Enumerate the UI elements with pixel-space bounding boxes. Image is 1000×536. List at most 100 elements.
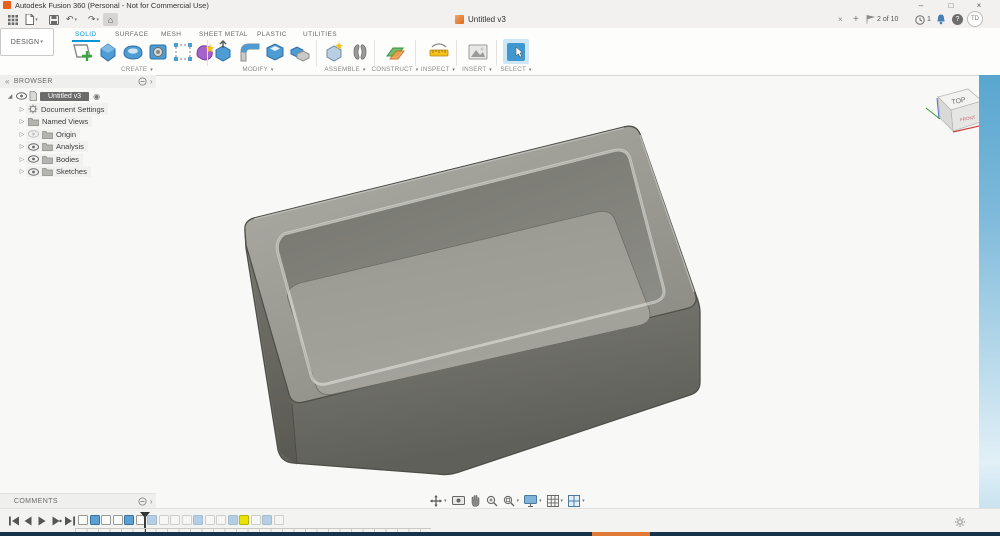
model-body-tray[interactable] [245,126,700,474]
zoom-button[interactable] [486,495,498,507]
pattern-button[interactable] [171,40,195,64]
fit-button[interactable]: ▾ [503,495,520,507]
file-menu-button[interactable]: ▾ [24,13,39,26]
visibility-eye-icon[interactable] [28,155,39,163]
timeline-feature-extrude[interactable] [193,515,203,525]
group-create[interactable]: CREATE ▾ [121,66,153,73]
timeline-play-button[interactable] [36,515,48,527]
joint-button[interactable] [349,40,371,64]
timeline-feature-sketch[interactable] [205,515,215,525]
group-assemble[interactable]: ASSEMBLE ▾ [324,66,365,73]
shell-button[interactable] [263,40,287,64]
timeline-go-to-start-button[interactable] [8,515,20,527]
timeline-feature-sketch[interactable] [216,515,226,525]
document-tab-close[interactable]: × [838,12,843,27]
expand-collapse-icon[interactable]: ◢ [6,93,14,100]
browser-item-origin[interactable]: ▷ Origin [18,128,80,140]
orbit-button[interactable]: ▾ [430,495,447,507]
viewport-canvas[interactable]: TOP FRONT X [0,75,1000,493]
timeline-feature-sketch[interactable] [274,515,284,525]
timeline-feature-sketch[interactable] [182,515,192,525]
trial-progress-button[interactable]: 2 of 10 [866,13,898,26]
tab-utilities[interactable]: UTILITIES [300,29,340,40]
hole-button[interactable] [146,40,170,64]
browser-item-sketches[interactable]: ▷ Sketches [18,166,91,178]
group-construct[interactable]: CONSTRUCT ▾ [372,66,419,73]
design-workspace-selector[interactable]: DESIGN ▾ [0,28,54,56]
help-button[interactable]: ? [952,13,963,26]
timeline-feature-yellow[interactable] [239,515,249,525]
panel-options-icon[interactable] [138,77,147,86]
visibility-eye-icon[interactable] [28,143,39,151]
group-inspect[interactable]: INSPECT ▾ [421,66,455,73]
tab-mesh[interactable]: MESH [158,29,184,40]
insert-button[interactable] [467,40,489,64]
create-sketch-button[interactable] [70,40,94,64]
document-tab[interactable]: Untitled v3 [455,12,506,27]
activate-component-radio[interactable]: ◉ [93,92,100,101]
browser-item-document-settings[interactable]: ▷ Document Settings [18,103,108,115]
viewports-button[interactable]: ▾ [568,495,585,507]
undo-button[interactable]: ↶▾ [64,13,79,26]
press-pull-button[interactable] [212,40,234,64]
save-button[interactable] [46,13,61,26]
tab-sheet-metal[interactable]: SHEET METAL [196,29,251,40]
timeline-feature-sketch[interactable] [170,515,180,525]
timeline-feature-extrude[interactable] [262,515,272,525]
timeline-feature-sketch[interactable] [101,515,111,525]
comments-panel-header[interactable]: « COMMENTS › [0,493,156,509]
new-document-tab-button[interactable]: + [853,12,859,27]
browser-root-label[interactable]: Untitled v3 [40,92,89,101]
timeline-feature-sketch[interactable] [251,515,261,525]
app-grid-icon[interactable] [5,13,20,26]
browser-panel-header[interactable]: « BROWSER › [0,75,156,88]
visibility-eye-icon[interactable] [16,92,27,100]
expand-icon[interactable]: ▷ [18,118,26,125]
select-button[interactable] [503,39,529,64]
timeline-go-to-end-button[interactable] [64,515,76,527]
expand-icon[interactable]: ▷ [18,143,26,150]
expand-icon[interactable]: ▷ [18,106,26,113]
panel-chevron-icon[interactable]: › [150,497,153,506]
timeline-step-back-button[interactable] [22,515,34,527]
pan-button[interactable] [470,495,481,507]
timeline-settings-gear-icon[interactable] [954,516,966,528]
display-settings-button[interactable]: ▾ [524,495,542,507]
timeline-feature-extrude[interactable] [228,515,238,525]
timeline-feature-sketch[interactable] [78,515,88,525]
grid-and-snaps-button[interactable]: ▾ [547,495,564,507]
fillet-button[interactable] [238,40,262,64]
redo-button[interactable]: ↷▾ [86,13,101,26]
close-button[interactable]: × [968,0,990,11]
visibility-eye-icon[interactable] [28,168,39,176]
browser-item-analysis[interactable]: ▷ Analysis [18,141,88,153]
revolve-button[interactable] [121,40,145,64]
group-select[interactable]: SELECT ▾ [500,66,531,73]
extrude-button[interactable] [96,40,120,64]
browser-item-bodies[interactable]: ▷ Bodies [18,153,83,165]
expand-icon[interactable]: ▷ [18,131,26,138]
account-button[interactable]: TD [967,12,983,25]
timeline-feature-extrude[interactable] [90,515,100,525]
tab-surface[interactable]: SURFACE [112,29,152,40]
minimize-button[interactable]: – [910,0,932,11]
new-component-button[interactable] [324,40,346,64]
timeline-step-forward-button[interactable] [50,515,62,527]
collapse-panel-icon[interactable]: « [5,77,10,86]
panel-chevron-icon[interactable]: › [150,77,153,86]
maximize-button[interactable]: □ [940,0,962,11]
group-insert[interactable]: INSERT ▾ [462,66,492,73]
notifications-button[interactable] [936,13,946,26]
combine-button[interactable] [288,40,312,64]
measure-button[interactable] [428,40,450,64]
browser-item-named-views[interactable]: ▷ Named Views [18,116,92,128]
timeline-feature-extrude[interactable] [124,515,134,525]
timeline-feature-sketch[interactable] [159,515,169,525]
browser-root-row[interactable]: ◢ Untitled v3 ◉ [6,90,100,102]
expand-icon[interactable]: ▷ [18,168,26,175]
construct-plane-button[interactable] [384,40,406,64]
group-modify[interactable]: MODIFY ▾ [242,66,273,73]
panel-options-icon[interactable] [138,497,147,506]
look-at-button[interactable] [452,495,465,506]
timeline-feature-sketch[interactable] [113,515,123,525]
